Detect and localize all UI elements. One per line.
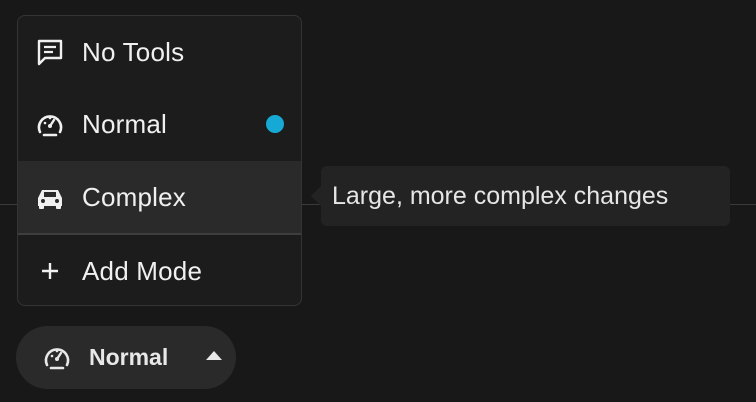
menu-item-label: Normal [82,108,167,139]
active-indicator-dot [266,115,284,133]
menu-item-label: No Tools [82,36,185,67]
speedometer-icon [34,108,66,140]
menu-item-no-tools[interactable]: No Tools [18,16,301,88]
menu-item-complex[interactable]: Complex [18,161,301,233]
caret-up-icon [206,351,222,360]
message-lines-icon [34,36,66,68]
tooltip-arrow [311,186,321,206]
menu-item-normal[interactable]: Normal [18,88,301,160]
menu-item-label: Add Mode [82,255,203,286]
mode-picker-view: No Tools Normal Complex Add Mode Large, … [0,0,756,402]
tooltip: Large, more complex changes [321,166,730,226]
menu-item-add-mode[interactable]: Add Mode [18,235,301,305]
mode-selector-label: Normal [89,344,169,370]
car-icon [34,181,66,213]
mode-menu: No Tools Normal Complex Add Mode [17,15,302,306]
mode-selector-button[interactable]: Normal [16,326,236,389]
plus-icon [34,255,66,287]
speedometer-icon [42,342,72,372]
tooltip-text: Large, more complex changes [332,181,669,210]
menu-item-label: Complex [82,181,186,212]
